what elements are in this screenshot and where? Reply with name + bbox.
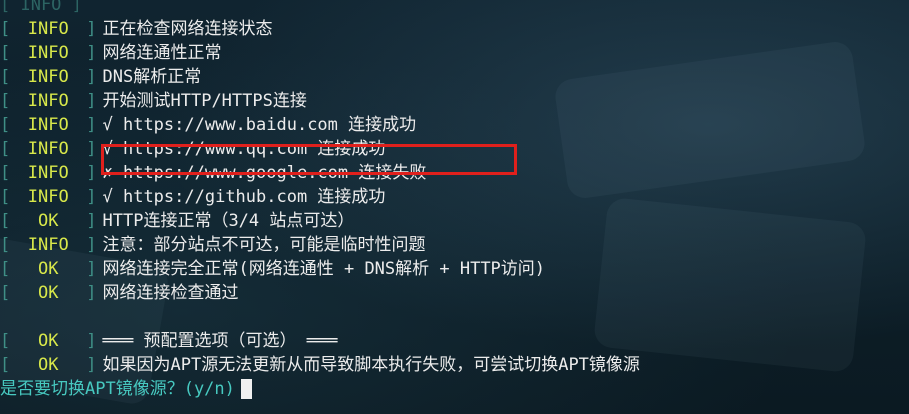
log-message: 网络连接检查通过 <box>102 283 239 303</box>
log-message: 网络连通性正常 <box>102 43 222 63</box>
text-cursor[interactable] <box>240 379 252 399</box>
log-message: √ https://github.com 连接成功 <box>102 187 386 207</box>
bracket-open: [ <box>0 259 11 279</box>
log-level-tag: INFO <box>27 163 69 183</box>
bracket-open: [ <box>0 43 11 63</box>
prompt-line[interactable]: 是否要切换APT镜像源？(y/n) <box>0 377 909 401</box>
bracket-open: [ <box>0 91 11 111</box>
bracket-close: ] <box>86 115 97 135</box>
log-message: 正在检查网络连接状态 <box>102 19 273 39</box>
bracket-open: [ <box>0 355 11 375</box>
log-line: [ INFO] 注意：部分站点不可达，可能是临时性问题 <box>0 233 909 257</box>
log-level-tag: INFO <box>27 235 69 255</box>
log-line: [ OK] ═══ 预配置选项（可选） ═══ <box>0 329 909 353</box>
bracket-close: ] <box>86 19 97 39</box>
log-level-tag: OK <box>38 211 59 231</box>
log-level-tag: INFO <box>27 115 69 135</box>
bracket-close: ] <box>86 235 97 255</box>
log-line: [ OK] 如果因为APT源无法更新从而导致脚本执行失败，可尝试切换APT镜像源 <box>0 353 909 377</box>
error-highlight-box <box>101 144 517 175</box>
bracket-close: ] <box>86 43 97 63</box>
log-line: [ OK] 网络连接完全正常(网络连通性 + DNS解析 + HTTP访问) <box>0 257 909 281</box>
bracket-close: ] <box>86 355 97 375</box>
bracket-open: [ <box>0 211 11 231</box>
log-line: [ OK] 网络连接检查通过 <box>0 281 909 305</box>
bracket-close: ] <box>86 91 97 111</box>
bracket-open: [ <box>0 331 11 351</box>
bracket-close: ] <box>86 139 97 159</box>
log-message: 开始测试HTTP/HTTPS连接 <box>102 91 307 111</box>
bracket-close: ] <box>86 163 97 183</box>
terminal-line-fragment: [ INFO ] <box>0 0 909 17</box>
bracket-open: [ <box>0 67 11 87</box>
bracket-close: ] <box>86 331 97 351</box>
log-message: ═══ 预配置选项（可选） ═══ <box>102 331 338 351</box>
log-message: √ https://www.baidu.com 连接成功 <box>102 115 417 135</box>
log-message: 如果因为APT源无法更新从而导致脚本执行失败，可尝试切换APT镜像源 <box>102 355 640 375</box>
log-message: HTTP连接正常（3/4 站点可达） <box>102 211 355 231</box>
bracket-open: [ <box>0 115 11 135</box>
bracket-close: ] <box>86 187 97 207</box>
log-message: 注意：部分站点不可达，可能是临时性问题 <box>102 235 426 255</box>
log-level-tag: OK <box>38 259 59 279</box>
log-level-tag: OK <box>38 331 59 351</box>
prompt-text: 是否要切换APT镜像源？(y/n) <box>0 379 235 399</box>
log-line: [ INFO] √ https://www.baidu.com 连接成功 <box>0 113 909 137</box>
log-level-tag: INFO <box>27 187 69 207</box>
bracket-close: ] <box>86 283 97 303</box>
bracket-open: [ <box>0 235 11 255</box>
log-message: DNS解析正常 <box>102 67 202 87</box>
bracket-open: [ <box>0 139 11 159</box>
log-level-tag: INFO <box>27 91 69 111</box>
log-message: 网络连接完全正常(网络连通性 + DNS解析 + HTTP访问) <box>102 259 546 279</box>
section-lines: [ OK] ═══ 预配置选项（可选） ═══ [ OK] 如果因为APT源无法更新从而导… <box>0 329 909 377</box>
log-level-tag: OK <box>38 355 59 375</box>
bracket-open: [ <box>0 283 11 303</box>
bracket-close: ] <box>86 211 97 231</box>
log-line: [ INFO] √ https://github.com 连接成功 <box>0 185 909 209</box>
bracket-open: [ <box>0 163 11 183</box>
log-level-tag: INFO <box>27 67 69 87</box>
log-line: [ OK] HTTP连接正常（3/4 站点可达） <box>0 209 909 233</box>
bracket-close: ] <box>86 259 97 279</box>
log-level-tag: INFO <box>27 19 69 39</box>
bracket-open: [ <box>0 19 11 39</box>
terminal-output[interactable]: [ INFO ] [INFO] 正在检查网络连接状态[INFO] 网络连通性正常[I… <box>0 0 909 401</box>
bracket-close: ] <box>86 67 97 87</box>
log-level-tag: INFO <box>27 139 69 159</box>
log-line: [ INFO] 网络连通性正常 <box>0 41 909 65</box>
log-line: [ INFO] 正在检查网络连接状态 <box>0 17 909 41</box>
log-level-tag: OK <box>38 283 59 303</box>
log-line: [ INFO] DNS解析正常 <box>0 65 909 89</box>
top-fragment: [ INFO ] <box>0 0 82 15</box>
log-line: [ INFO] 开始测试HTTP/HTTPS连接 <box>0 89 909 113</box>
bracket-open: [ <box>0 187 11 207</box>
log-level-tag: INFO <box>27 43 69 63</box>
